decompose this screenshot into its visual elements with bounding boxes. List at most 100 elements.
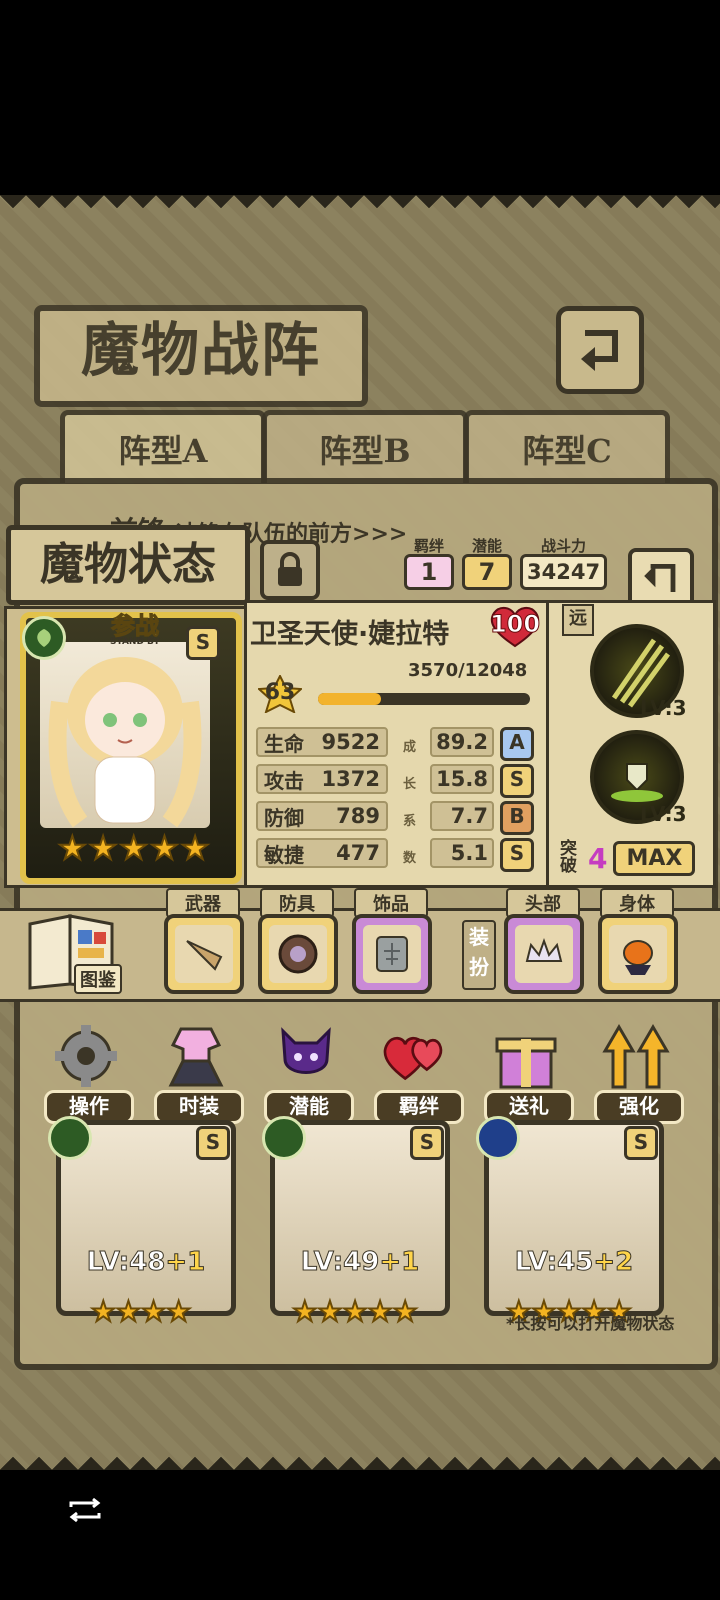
standby-subtitle: STAND BY <box>110 637 160 647</box>
stat-row-defense: 防御 789 <box>256 801 388 831</box>
leaf-element-icon <box>262 1116 306 1160</box>
star-icon: ★ <box>115 1295 142 1329</box>
growth-grade-badge: S <box>500 764 534 798</box>
costume-label: 装扮 <box>462 920 496 990</box>
star-icon: ★ <box>392 1295 419 1329</box>
growth-value: 7.7 <box>430 801 494 831</box>
growth-label-char: 成 <box>403 740 417 755</box>
gift-button[interactable]: 送礼 <box>480 1020 574 1124</box>
hearts-icon <box>380 1020 452 1092</box>
horn-weapon-icon <box>186 940 223 971</box>
lock-button[interactable] <box>260 540 320 600</box>
exp-text: 3570/12048 <box>408 660 528 681</box>
armor-slot[interactable] <box>258 914 338 994</box>
character-name: 卫圣天使·婕拉特 <box>250 619 450 650</box>
tiara-icon <box>525 938 563 962</box>
leaf-element-icon <box>48 1116 92 1160</box>
back-arrow-icon <box>644 564 676 592</box>
stat-label: 敏捷 <box>264 842 304 867</box>
stat-row-attack: 攻击 1372 <box>256 764 388 794</box>
growth-label-char: 长 <box>403 777 417 792</box>
growth-value: 89.2 <box>430 727 494 757</box>
monster-grade-badge: S <box>196 1126 230 1160</box>
star-icon: ★ <box>57 829 88 867</box>
star-icon: ★ <box>180 829 211 867</box>
star-icon: ★ <box>341 1295 368 1329</box>
range-badge: 远 <box>562 604 594 636</box>
fashion-button[interactable]: 时装 <box>150 1020 244 1124</box>
bond-value: 1 <box>404 554 454 590</box>
star-icon: ★ <box>291 1295 318 1329</box>
power-value: 34247 <box>520 554 608 590</box>
shadow-demon-icon <box>270 1020 342 1092</box>
monster-2-stars: ★ ★ ★ ★ ★ <box>270 1295 440 1329</box>
weapon-slot[interactable] <box>164 914 244 994</box>
enhance-button[interactable]: 强化 <box>590 1020 684 1124</box>
stat-value: 1372 <box>321 767 380 791</box>
accessory-slot[interactable] <box>352 914 432 994</box>
potential-stat: 潜能 7 <box>462 538 512 590</box>
long-press-hint: *长按可以打开魔物状态 <box>506 1314 675 1333</box>
bond-label: 羁绊 <box>413 537 444 555</box>
back-arrow-icon <box>581 330 618 371</box>
dress-icon <box>160 1020 232 1092</box>
lock-icon <box>278 552 302 586</box>
star-icon: ★ <box>165 1295 192 1329</box>
gear-icon <box>50 1020 122 1092</box>
star-icon: ★ <box>149 829 180 867</box>
power-stat: 战斗力 34247 <box>520 538 608 590</box>
codex-button[interactable]: 图鉴 <box>26 910 136 996</box>
max-button[interactable]: MAX <box>613 840 696 876</box>
star-icon: ★ <box>140 1295 167 1329</box>
up-arrows-icon <box>600 1020 672 1092</box>
monster-level: LV:45+2 <box>514 1247 634 1278</box>
breakthrough-label: 突破 <box>560 839 577 876</box>
stone-tablet-icon <box>376 936 408 972</box>
tab-formation-a[interactable]: 阵型A <box>60 410 266 483</box>
operate-button[interactable]: 操作 <box>40 1020 134 1124</box>
stat-value: 477 <box>336 841 380 865</box>
growth-label-char: 数 <box>403 851 417 866</box>
codex-label: 图鉴 <box>74 964 122 994</box>
pumpkin-icon <box>623 940 653 975</box>
exp-bar <box>318 693 530 705</box>
monster-status-title: 魔物状态 <box>6 525 250 605</box>
potential-value: 7 <box>462 554 512 590</box>
water-element-icon <box>476 1116 520 1160</box>
monster-grade-badge: S <box>624 1126 658 1160</box>
grade-badge: S <box>186 626 220 660</box>
tab-formation-b[interactable]: 阵型B <box>262 410 468 483</box>
status-bar-area <box>0 0 720 195</box>
rotate-icon <box>69 1497 101 1523</box>
breakthrough-row: 突破 4 MAX <box>560 836 700 880</box>
head-slot[interactable] <box>504 914 584 994</box>
affection-heart: 100 <box>488 604 542 648</box>
bond-button[interactable]: 羁绊 <box>370 1020 464 1124</box>
monster-level: LV:49+1 <box>300 1247 420 1278</box>
monster-grade-badge: S <box>410 1126 444 1160</box>
fashion-label: 时装 <box>154 1090 244 1124</box>
star-icon: ★ <box>367 1295 394 1329</box>
potential-button[interactable]: 潜能 <box>260 1020 354 1124</box>
growth-grade-badge: B <box>500 801 534 835</box>
character-stars: ★ ★ ★ ★ ★ <box>57 829 211 867</box>
level-value: 63 <box>264 680 296 705</box>
star-icon: ★ <box>88 829 119 867</box>
stat-row-agility: 敏捷 477 <box>256 838 388 868</box>
exp-bar-fill <box>318 693 381 705</box>
growth-value: 5.1 <box>430 838 494 868</box>
tab-formation-c[interactable]: 阵型C <box>464 410 670 483</box>
enhance-label: 强化 <box>594 1090 684 1124</box>
stat-value: 789 <box>336 804 380 828</box>
page-title: 魔物战阵 <box>34 305 368 407</box>
skill-2-level: LV:3 <box>640 802 687 826</box>
stat-label: 攻击 <box>264 768 304 793</box>
body-slot[interactable] <box>598 914 678 994</box>
rotate-screen-button[interactable] <box>60 1490 110 1530</box>
skill-1-level: LV:3 <box>640 696 687 720</box>
back-button[interactable] <box>556 306 644 394</box>
star-icon: ★ <box>316 1295 343 1329</box>
affection-value: 100 <box>489 610 541 639</box>
growth-grade-badge: S <box>500 838 534 872</box>
star-icon: ★ <box>118 829 149 867</box>
